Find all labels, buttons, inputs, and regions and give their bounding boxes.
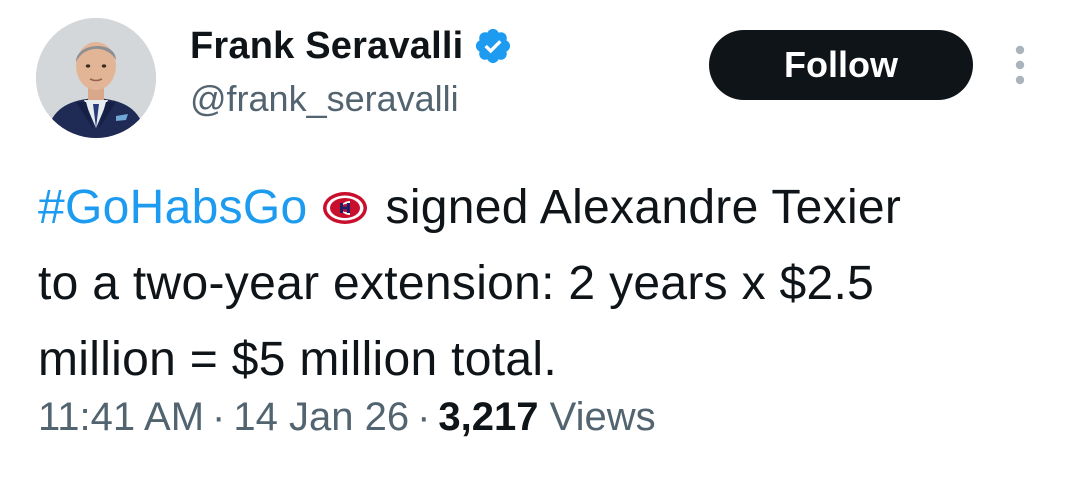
- meta-separator: ·: [212, 395, 226, 439]
- tweet-line-1: #GoHabsGo signed Alexandre Texier: [38, 170, 1048, 246]
- tweet-line-3: million = $5 million total.: [38, 333, 557, 386]
- verified-badge-icon: [473, 26, 513, 66]
- views-label: Views: [549, 395, 656, 439]
- author-display-name[interactable]: Frank Seravalli: [190, 25, 463, 68]
- avatar-image: [36, 18, 156, 138]
- tweet-text: #GoHabsGo signed Alexandre Texier to a t…: [38, 170, 1048, 398]
- author-handle[interactable]: @frank_seravalli: [190, 78, 459, 120]
- tweet-date[interactable]: 14 Jan 26: [233, 395, 409, 439]
- view-count: 3,217: [438, 395, 539, 439]
- meta-separator: ·: [417, 395, 431, 439]
- tweet-time[interactable]: 11:41 AM: [38, 395, 204, 439]
- tweet-text-line-1: signed Alexandre Texier: [385, 181, 902, 234]
- hashtag-link[interactable]: #GoHabsGo: [38, 181, 308, 234]
- avatar[interactable]: [36, 18, 156, 138]
- tweet-meta: 11:41 AM · 14 Jan 26 · 3,217 Views: [38, 395, 656, 440]
- more-options-icon[interactable]: [1008, 44, 1032, 86]
- author-name-row: Frank Seravalli: [190, 22, 513, 70]
- tweet-card: Frank Seravalli @frank_seravalli Follow …: [0, 0, 1080, 477]
- montreal-canadiens-logo-icon: [322, 172, 368, 224]
- follow-button[interactable]: Follow: [709, 30, 973, 100]
- tweet-line-2: to a two-year extension: 2 years x $2.5: [38, 257, 875, 310]
